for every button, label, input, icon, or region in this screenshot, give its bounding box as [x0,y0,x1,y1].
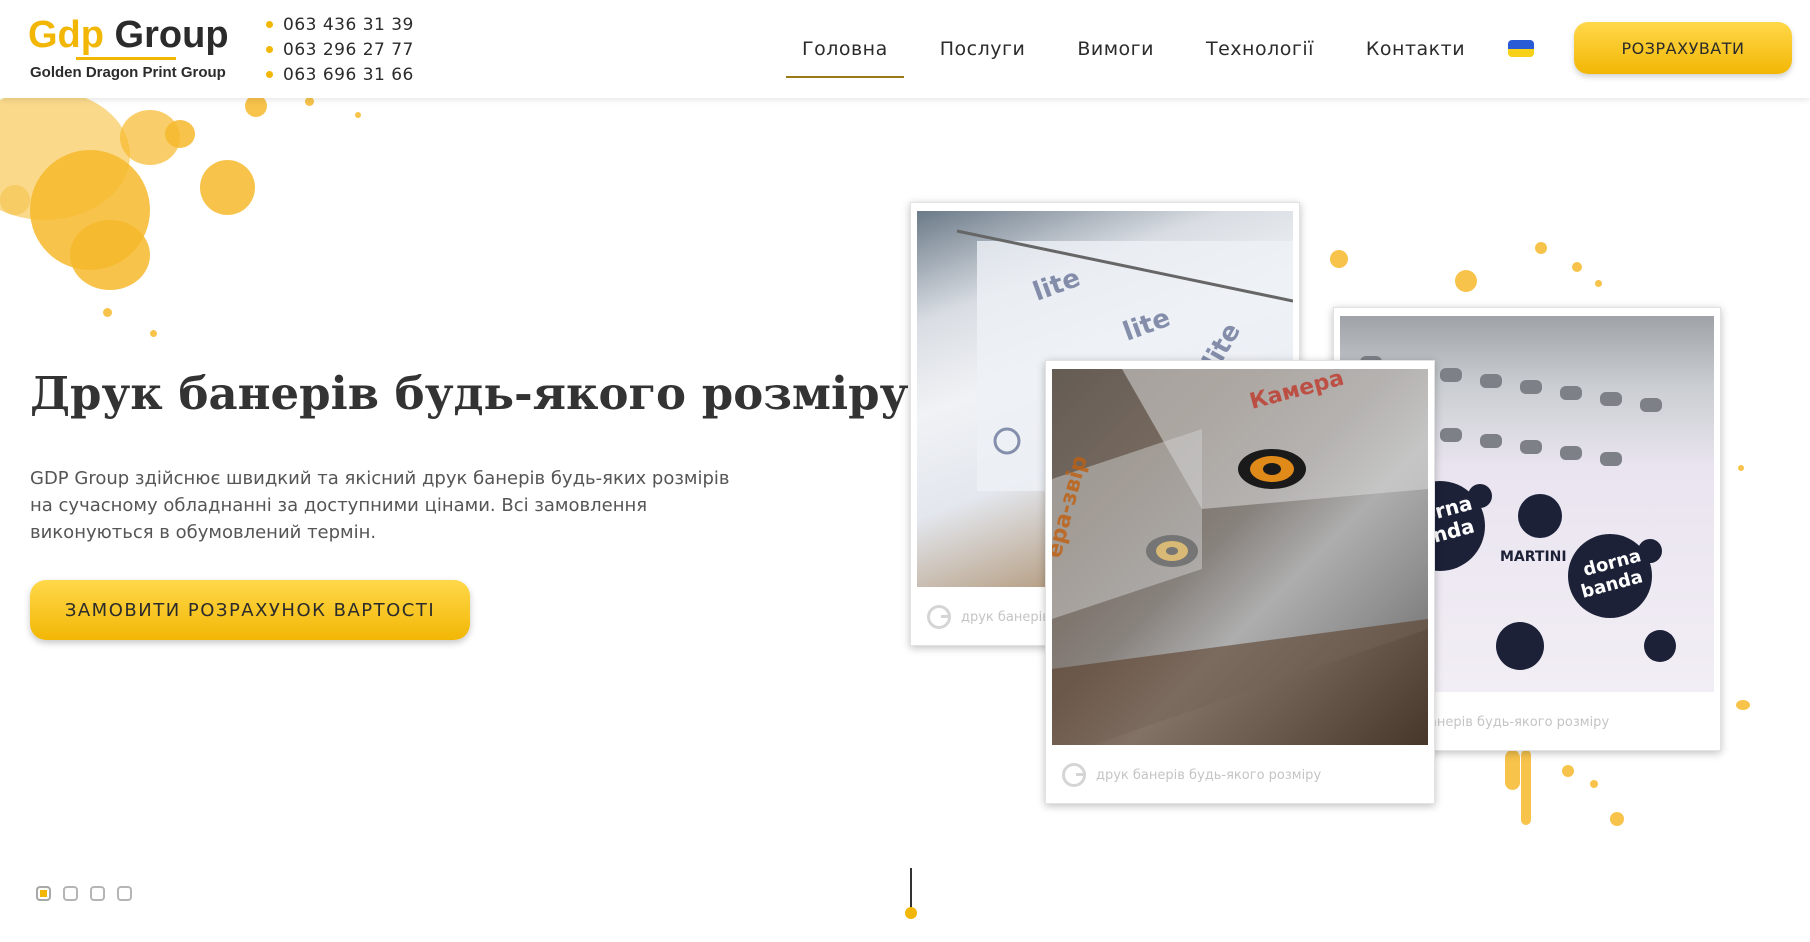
slider-dot-3[interactable] [90,886,105,901]
scroll-indicator-line [910,868,912,910]
bullet-icon [266,71,273,78]
photo-card[interactable]: Камера ера-звір друк банерів будь-якого … [1045,360,1435,804]
g-logo-icon [927,605,951,629]
g-logo-icon [1062,763,1086,787]
photo-caption: друк банерів будь-якого розміру [1062,763,1321,787]
bullet-icon [266,21,273,28]
svg-text:MARTINI: MARTINI [1500,549,1567,565]
order-calculation-button[interactable]: ЗАМОВИТИ РОЗРАХУНОК ВАРТОСТІ [30,580,470,640]
nav-item-technologies[interactable]: Технології [1180,38,1340,60]
nav-item-contacts[interactable]: Контакти [1340,38,1491,60]
hero-description: GDP Group здійснює швидкий та якісний др… [30,468,730,543]
phone-item[interactable]: 063 696 31 66 [266,62,414,87]
phone-list: 063 436 31 39 063 296 27 77 063 696 31 6… [266,12,414,87]
hero-title: Друк банерів будь-якого розміру [30,367,909,420]
slider-pagination [36,886,132,901]
scroll-indicator-dot[interactable] [905,907,917,919]
nav-item-services[interactable]: Послуги [914,38,1052,60]
site-header: Gdp Group Golden Dragon Print Group 063 … [0,0,1810,98]
slider-dot-4[interactable] [117,886,132,901]
logo[interactable]: Gdp Group Golden Dragon Print Group [28,14,243,84]
bullet-icon [266,46,273,53]
phone-item[interactable]: 063 436 31 39 [266,12,414,37]
banner-print-photo: Камера ера-звір [1052,369,1428,745]
phone-item[interactable]: 063 296 27 77 [266,37,414,62]
logo-wordmark: Gdp Group [28,14,229,56]
nav-item-home[interactable]: Головна [776,38,914,78]
slider-dot-1[interactable] [36,886,51,901]
calculate-button[interactable]: РОЗРАХУВАТИ [1574,22,1792,74]
nav-item-requirements[interactable]: Вимоги [1051,38,1180,60]
ukraine-flag-icon[interactable] [1508,40,1534,57]
main-nav: Головна Послуги Вимоги Технології Контак… [776,0,1491,98]
logo-underline [76,57,176,60]
slider-dot-2[interactable] [63,886,78,901]
logo-tagline: Golden Dragon Print Group [30,64,226,81]
